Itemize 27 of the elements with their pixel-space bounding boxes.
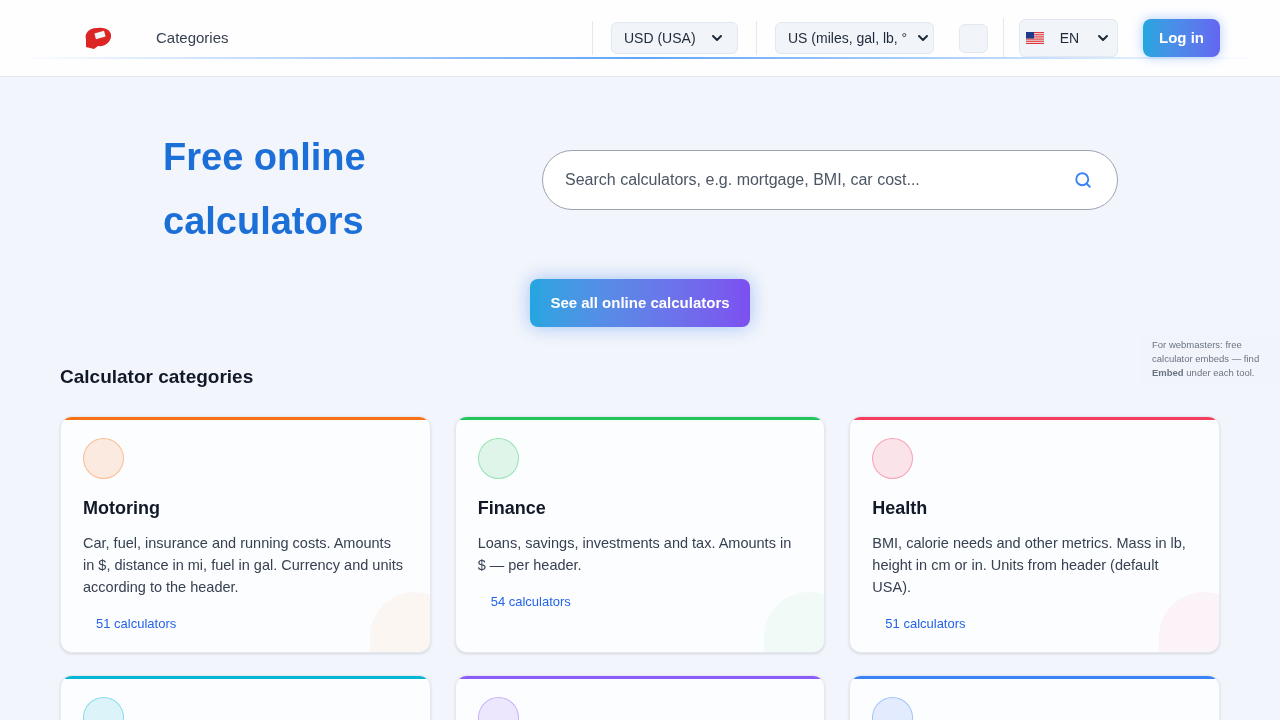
card-description: Loans, savings, investments and tax. Amounts in $ — per header.: [477, 533, 793, 575]
category-card[interactable]: Motoring Car, fuel, insurance and running costs. Amounts in $, distance in mi, fuel in gal. Currency and units according to the header. 51 calculators: [60, 415, 431, 653]
calculator-count-link[interactable]: 51 calculators: [872, 613, 979, 633]
category-icon: [477, 437, 519, 479]
card-title: Finance: [477, 496, 547, 520]
login-button[interactable]: Log in: [1143, 19, 1220, 57]
hero-title: Free online calculators: [163, 135, 367, 244]
theme-toggle-button[interactable]: [959, 23, 988, 53]
units-select[interactable]: US (miles, gal, lb, °: [775, 22, 934, 54]
flag-icon: [1026, 32, 1044, 44]
language-select[interactable]: EN: [1019, 19, 1118, 57]
search-field[interactable]: Search calculators, e.g. mortgage, BMI, car cost...: [542, 150, 1118, 210]
section-heading: Calculator categories: [60, 365, 254, 389]
category-icon: [83, 437, 124, 479]
nav-link[interactable]: Categories: [156, 26, 229, 50]
card-title: Motoring: [83, 496, 161, 520]
see-all-button[interactable]: See all online calculators: [530, 279, 750, 327]
search-icon[interactable]: [1074, 171, 1092, 189]
category-icon: [872, 437, 914, 479]
category-card[interactable]: Health BMI, calorie needs and other metrics. Mass in lb, height in cm or in. Units from header (default USA). 51 calculators: [849, 415, 1220, 653]
category-card[interactable]: Finance Loans, savings, investments and tax. Amounts in $ — per header. 54 calculators: [454, 415, 826, 653]
card-description: Car, fuel, insurance and running costs. Amounts in $, distance in mi, fuel in gal. Currency and units according to the header.: [83, 533, 404, 597]
card-title: Health: [872, 496, 929, 520]
currency-select[interactable]: USD (USA): [611, 22, 738, 54]
calculator-count-link[interactable]: 54 calculators: [477, 591, 584, 611]
card-description: BMI, calorie needs and other metrics. Mass in lb, height in cm or in. Units from header (default USA).: [872, 533, 1187, 597]
calculator-count-link[interactable]: 51 calculators: [83, 613, 190, 633]
